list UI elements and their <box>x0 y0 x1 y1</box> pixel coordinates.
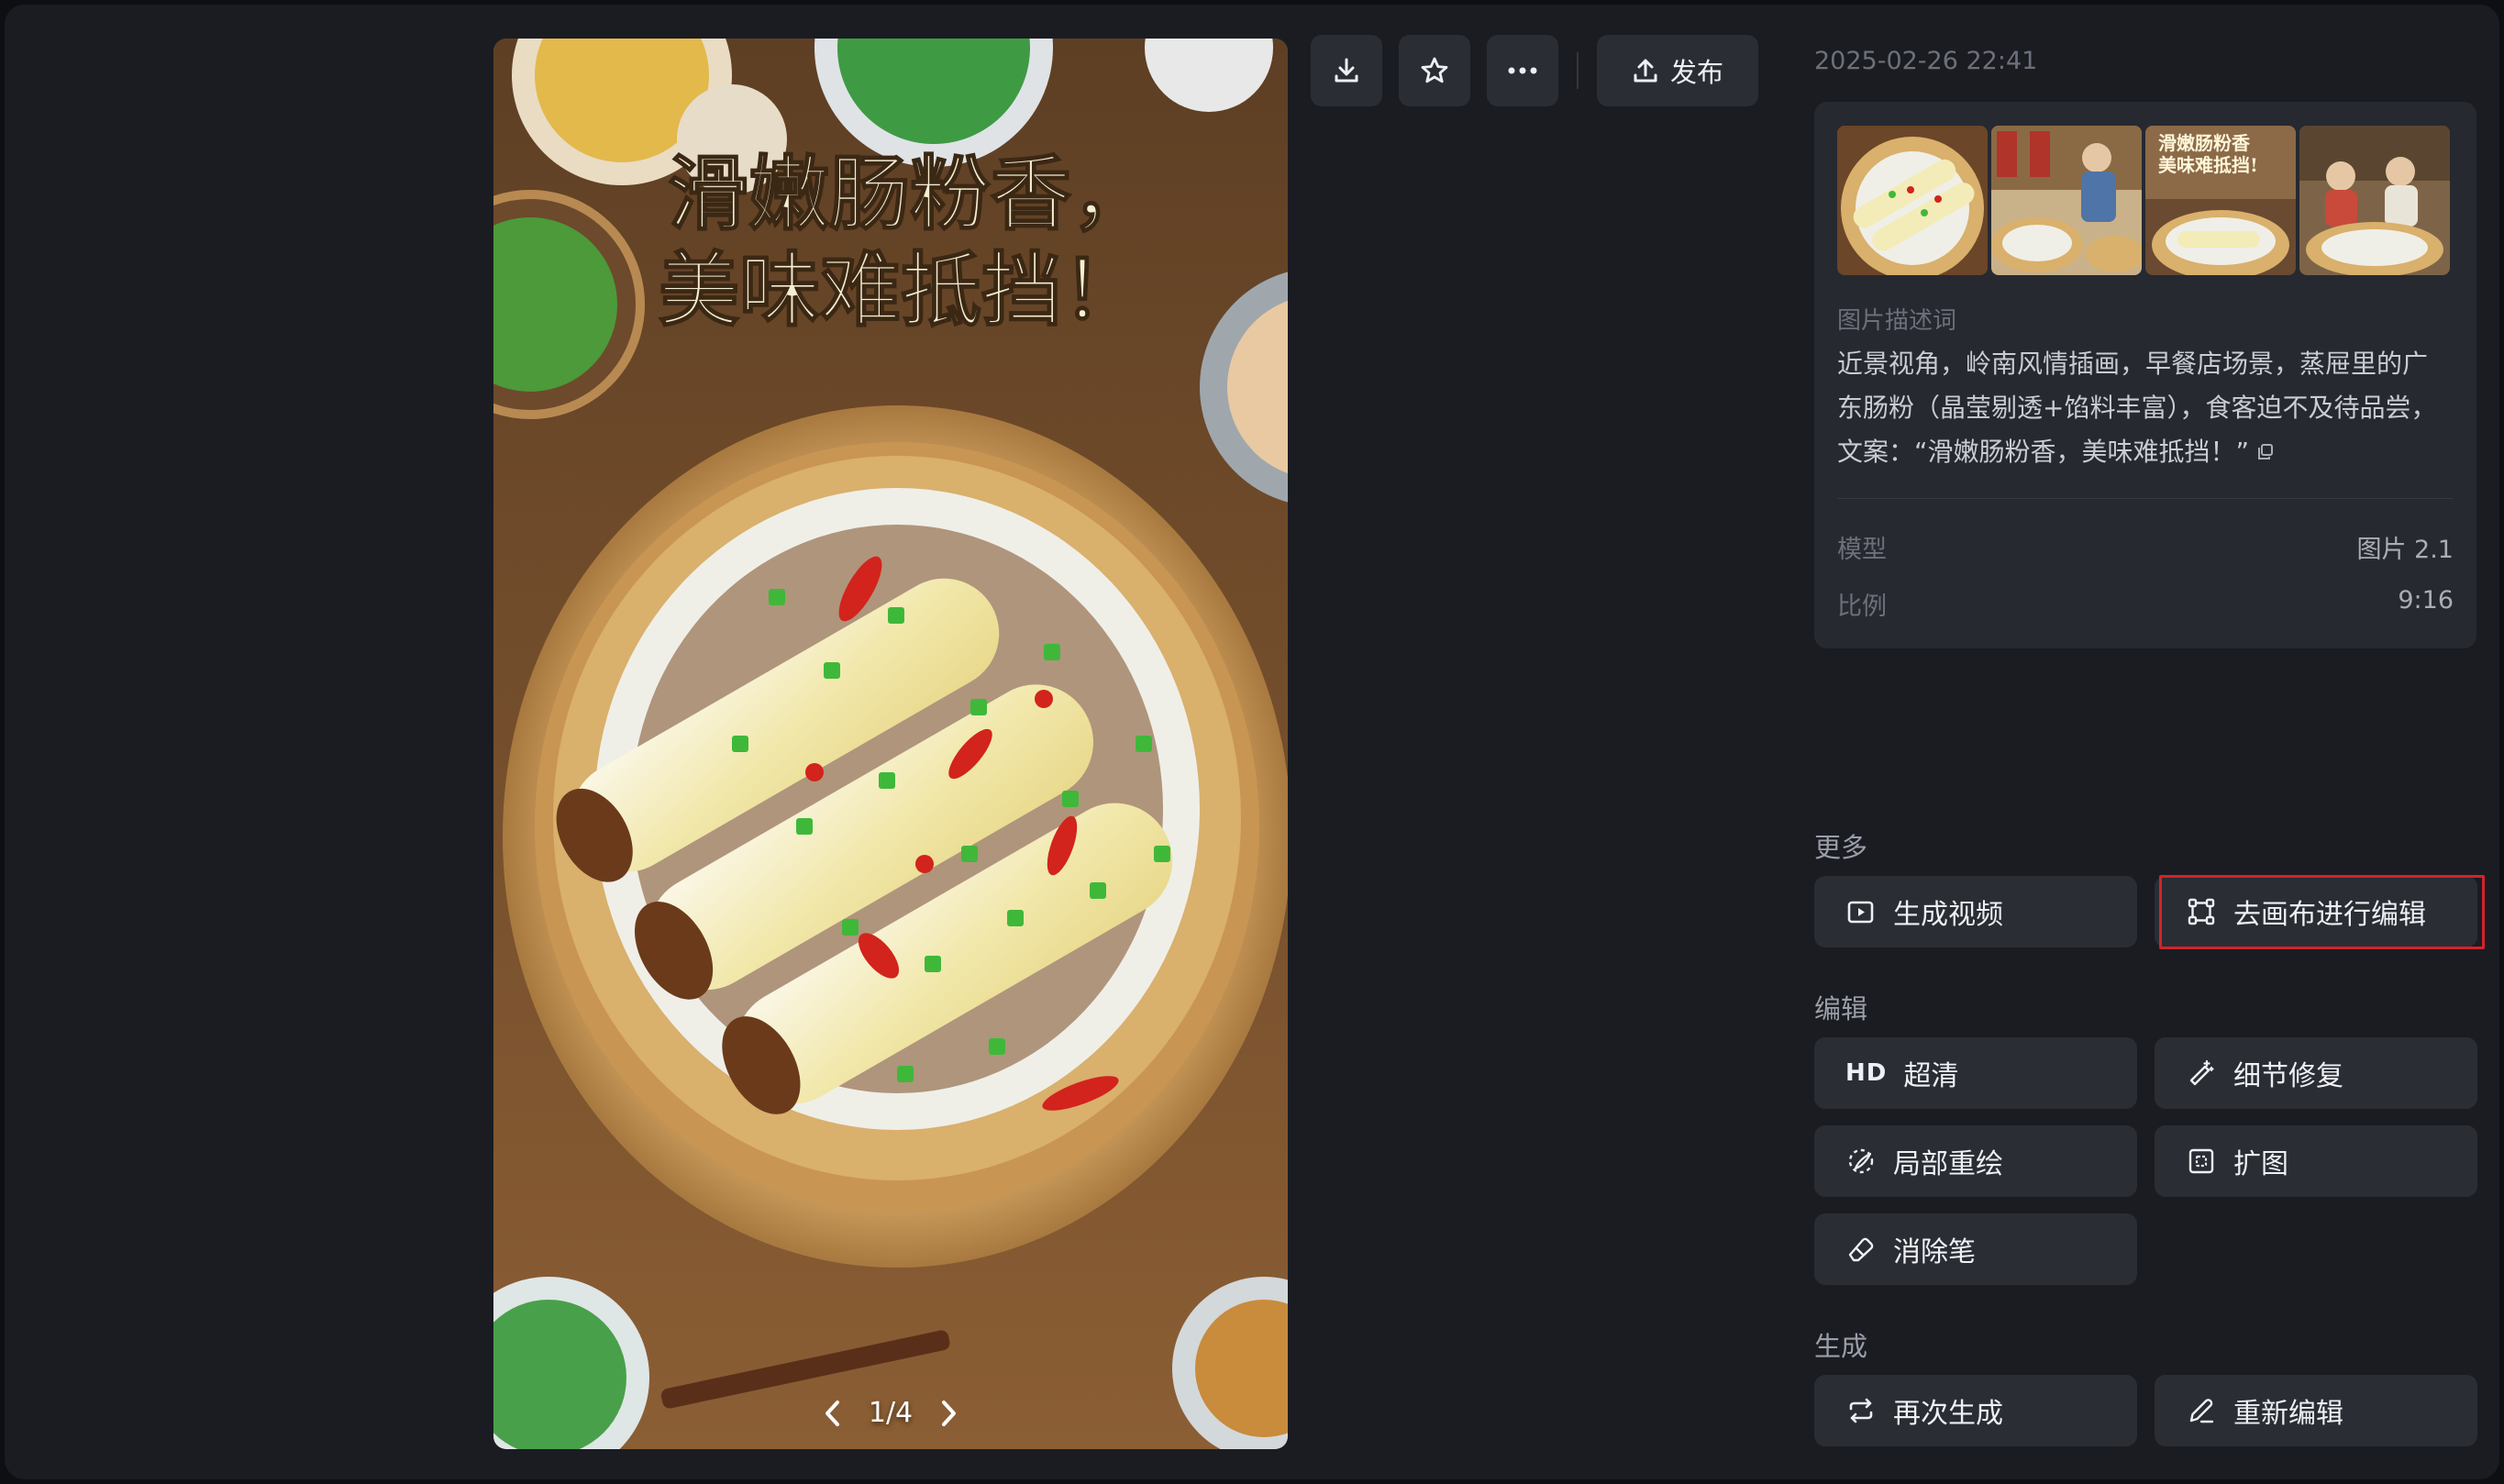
main-image[interactable]: 滑嫩肠粉香， 美味难抵挡！ 1/4 <box>493 39 1288 1449</box>
video-icon <box>1845 896 1877 927</box>
outpaint-label: 扩图 <box>2233 1148 2288 1180</box>
refresh-icon <box>1845 1395 1877 1426</box>
next-image-button[interactable] <box>933 1398 964 1429</box>
ratio-label: 比例 <box>1837 592 1887 621</box>
thumbnail-3[interactable]: 滑嫩肠粉香 美味难抵挡! <box>2145 126 2296 275</box>
ratio-value: 9:16 <box>2398 586 2454 615</box>
thumbnail-2-art <box>1991 126 2142 275</box>
chevron-left-icon <box>825 1400 839 1426</box>
thumbnail-1-art <box>1837 126 1988 275</box>
image-toolbar: 发布 <box>1311 35 1758 106</box>
magic-wand-icon <box>2186 1058 2217 1089</box>
headline-line2: 美味难抵挡！ <box>659 242 1143 338</box>
card-divider <box>1837 498 2454 499</box>
eraser-icon <box>1845 1234 1877 1265</box>
canvas-edit-label: 去画布进行编辑 <box>2233 899 2426 931</box>
eraser-label: 消除笔 <box>1893 1236 1976 1268</box>
description-text: 近景视角，岭南风情插画，早餐店场景，蒸屉里的广 东肠粉（晶莹剔透+馅料丰富），食… <box>1837 342 2461 475</box>
favorite-button[interactable] <box>1399 35 1470 106</box>
copy-prompt-button[interactable] <box>2256 431 2275 475</box>
thumbnail-strip: 滑嫩肠粉香 美味难抵挡! <box>1837 126 2450 275</box>
download-button[interactable] <box>1311 35 1382 106</box>
thumbnail-4-art <box>2299 126 2450 275</box>
upscale-button[interactable]: HD 超清 <box>1814 1037 2137 1109</box>
canvas-icon <box>2186 896 2217 927</box>
pencil-icon <box>2186 1395 2217 1426</box>
thumbnail-3-art: 滑嫩肠粉香 美味难抵挡! <box>2145 126 2296 275</box>
more-button[interactable] <box>1487 35 1558 106</box>
thumbnail-3-caption2: 美味难抵挡! <box>2158 154 2258 176</box>
publish-button[interactable]: 发布 <box>1597 35 1758 106</box>
thumbnail-2[interactable] <box>1991 126 2142 275</box>
brush-icon <box>1845 1146 1877 1177</box>
image-pager: 1/4 <box>493 1397 1288 1429</box>
inpaint-label: 局部重绘 <box>1893 1148 2003 1180</box>
app-window: 滑嫩肠粉香， 美味难抵挡！ 1/4 发布 2025-02-26 22:41 滑嫩… <box>5 5 2499 1479</box>
info-card: 滑嫩肠粉香 美味难抵挡! 图片描述词 近景视角，岭南风情插画，早餐店场景，蒸屉里… <box>1814 102 2476 648</box>
detail-fix-label: 细节修复 <box>2233 1060 2343 1092</box>
eraser-button[interactable]: 消除笔 <box>1814 1213 2137 1285</box>
section-more-title: 更多 <box>1814 832 1868 863</box>
description-line-3: 文案：“滑嫩肠粉香，美味难抵挡！” <box>1837 437 2250 467</box>
download-icon <box>1335 58 1358 83</box>
star-icon <box>1421 57 1448 83</box>
toolbar-divider <box>1577 52 1579 89</box>
thumbnail-3-caption1: 滑嫩肠粉香 <box>2158 132 2251 154</box>
regenerate-button[interactable]: 再次生成 <box>1814 1375 2137 1446</box>
inpaint-button[interactable]: 局部重绘 <box>1814 1125 2137 1197</box>
generate-video-label: 生成视频 <box>1893 899 2003 931</box>
regenerate-label: 再次生成 <box>1893 1398 2003 1430</box>
thumbnail-4[interactable] <box>2299 126 2450 275</box>
timestamp: 2025-02-26 22:41 <box>1814 47 2038 75</box>
pager-count: 1/4 <box>868 1397 914 1429</box>
thumbnail-1[interactable] <box>1837 126 1988 275</box>
description-line-2: 东肠粉（晶莹剔透+馅料丰富），食客迫不及待品尝， <box>1837 393 2437 423</box>
expand-icon <box>2186 1146 2217 1177</box>
description-label: 图片描述词 <box>1837 307 1957 335</box>
publish-label: 发布 <box>1669 57 1723 88</box>
description-line-3-wrap: 文案：“滑嫩肠粉香，美味难抵挡！” <box>1837 430 2461 475</box>
model-value: 图片 2.1 <box>2356 536 2454 564</box>
chevron-right-icon <box>942 1400 957 1426</box>
description-line-1: 近景视角，岭南风情插画，早餐店场景，蒸屉里的广 <box>1837 349 2429 379</box>
more-icon <box>1508 67 1537 74</box>
rice-roll-illustration: 滑嫩肠粉香， 美味难抵挡！ <box>493 39 1288 1449</box>
re-edit-button[interactable]: 重新编辑 <box>2155 1375 2477 1446</box>
detail-fix-button[interactable]: 细节修复 <box>2155 1037 2477 1109</box>
ratio-row: 比例 9:16 <box>1837 586 2454 622</box>
headline-line1: 滑嫩肠粉香， <box>668 146 1152 241</box>
generate-video-button[interactable]: 生成视频 <box>1814 876 2137 947</box>
outpaint-button[interactable]: 扩图 <box>2155 1125 2477 1197</box>
re-edit-label: 重新编辑 <box>2233 1398 2343 1430</box>
section-edit-title: 编辑 <box>1814 993 1868 1024</box>
canvas-edit-button[interactable]: 去画布进行编辑 <box>2155 876 2477 947</box>
model-row: 模型 图片 2.1 <box>1837 529 2454 565</box>
upscale-label: 超清 <box>1903 1060 1959 1092</box>
model-label: 模型 <box>1837 536 1887 564</box>
section-generate-title: 生成 <box>1814 1331 1868 1362</box>
copy-icon <box>2258 444 2274 460</box>
prev-image-button[interactable] <box>817 1398 848 1429</box>
upload-icon <box>1634 59 1657 83</box>
hd-icon: HD <box>1845 1059 1888 1087</box>
